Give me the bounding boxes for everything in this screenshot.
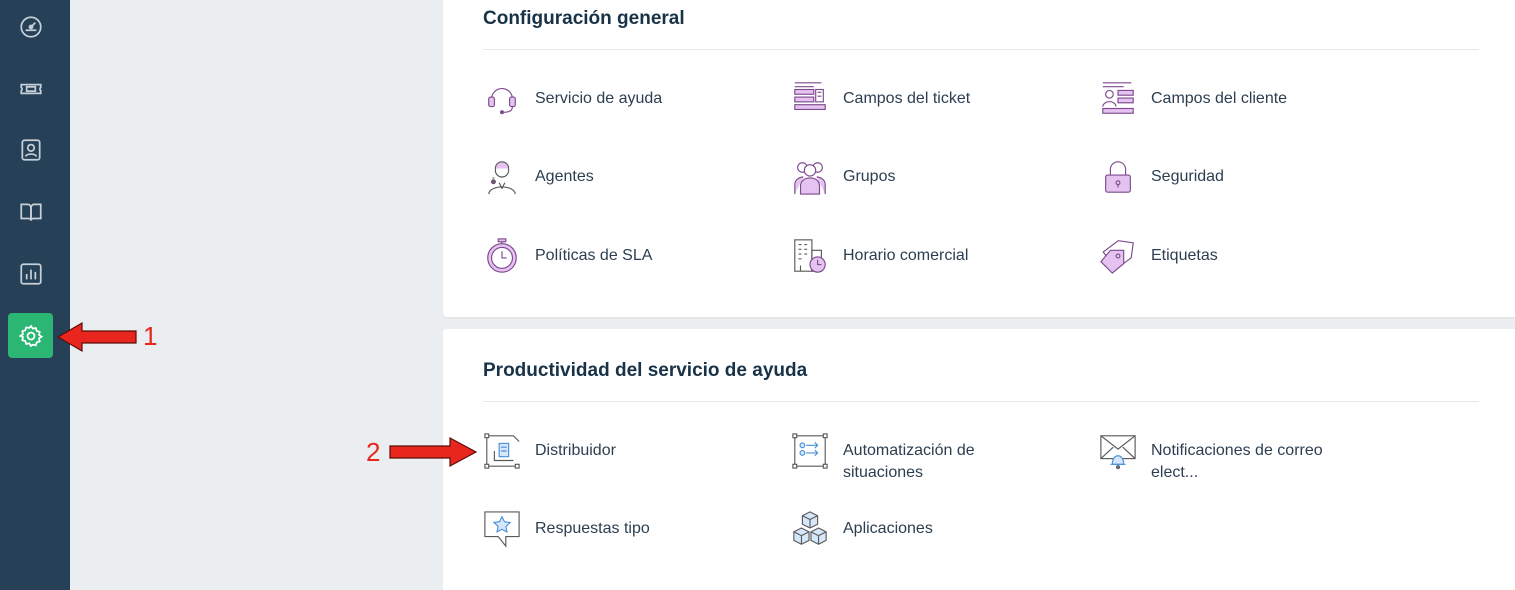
callout-arrow-2 xyxy=(389,436,478,468)
book-icon xyxy=(19,203,42,221)
sidebar xyxy=(0,0,70,590)
item-agents[interactable]: Agentes xyxy=(483,158,725,196)
item-customer-fields[interactable]: Campos del cliente xyxy=(1099,80,1341,118)
stopwatch-icon xyxy=(483,237,521,275)
ticket-icon xyxy=(19,83,42,94)
item-label: Respuestas tipo xyxy=(535,520,650,537)
canned-response-icon xyxy=(483,510,521,548)
item-label: Políticas de SLA xyxy=(535,247,653,264)
item-label: Grupos xyxy=(843,168,896,185)
item-label: Campos del ticket xyxy=(843,90,971,107)
automation-icon xyxy=(791,432,829,470)
nav-reports[interactable] xyxy=(8,251,53,296)
nav-tickets[interactable] xyxy=(8,66,53,111)
item-label: Automatización de situaciones xyxy=(843,442,975,481)
item-label: Seguridad xyxy=(1151,168,1224,185)
secondary-panel xyxy=(70,0,443,590)
item-email-notifications[interactable]: Notificaciones de correo elect... xyxy=(1099,432,1341,484)
item-security[interactable]: Seguridad xyxy=(1099,158,1341,196)
dispatcher-icon xyxy=(483,432,521,470)
tags-icon xyxy=(1099,237,1137,275)
nav-solutions[interactable] xyxy=(8,189,53,234)
nav-admin[interactable] xyxy=(8,313,53,358)
item-label: Agentes xyxy=(535,168,594,185)
item-label: Aplicaciones xyxy=(843,520,933,537)
item-canned-responses[interactable]: Respuestas tipo xyxy=(483,510,725,548)
item-label: Campos del cliente xyxy=(1151,90,1288,107)
callout-number-1: 1 xyxy=(143,321,158,351)
item-scenario-automation[interactable]: Automatización de situaciones xyxy=(791,432,1033,484)
productivity-title: Productividad del servicio de ayuda xyxy=(483,360,808,381)
report-icon xyxy=(19,262,42,285)
groups-icon xyxy=(791,158,829,196)
cubes-icon xyxy=(791,510,829,548)
item-apps[interactable]: Aplicaciones xyxy=(791,510,1033,548)
productivity-card: Productividad del servicio de ayuda Dist… xyxy=(443,329,1515,590)
item-business-hours[interactable]: Horario comercial xyxy=(791,237,1033,275)
general-settings-card: Configuración general Servicio de ayuda … xyxy=(443,0,1515,317)
item-groups[interactable]: Grupos xyxy=(791,158,1033,196)
item-sla-policies[interactable]: Políticas de SLA xyxy=(483,237,725,275)
gear-icon xyxy=(18,324,43,347)
item-label: Servicio de ayuda xyxy=(535,90,663,107)
email-bell-icon xyxy=(1099,432,1137,470)
agent-icon xyxy=(483,158,521,196)
item-label: Distribuidor xyxy=(535,442,616,459)
callout-number-2: 2 xyxy=(366,437,381,467)
item-ticket-fields[interactable]: Campos del ticket xyxy=(791,80,1033,118)
general-settings-title: Configuración general xyxy=(483,8,685,29)
customer-fields-icon xyxy=(1099,80,1137,118)
building-clock-icon xyxy=(791,237,829,275)
item-label: Horario comercial xyxy=(843,247,969,264)
divider xyxy=(483,49,1479,50)
dashboard-icon xyxy=(19,15,42,38)
divider xyxy=(483,401,1479,402)
lock-icon xyxy=(1099,158,1137,196)
item-tags[interactable]: Etiquetas xyxy=(1099,237,1341,275)
item-label: Etiquetas xyxy=(1151,247,1218,264)
nav-contacts[interactable] xyxy=(8,127,53,172)
headset-icon xyxy=(483,80,521,118)
callout-arrow-1 xyxy=(56,321,137,353)
item-helpdesk[interactable]: Servicio de ayuda xyxy=(483,80,725,118)
contact-icon xyxy=(20,138,41,161)
ticket-fields-icon xyxy=(791,80,829,118)
item-dispatcher[interactable]: Distribuidor xyxy=(483,432,725,470)
item-label: Notificaciones de correo elect... xyxy=(1151,442,1323,481)
nav-dashboard[interactable] xyxy=(8,4,53,49)
